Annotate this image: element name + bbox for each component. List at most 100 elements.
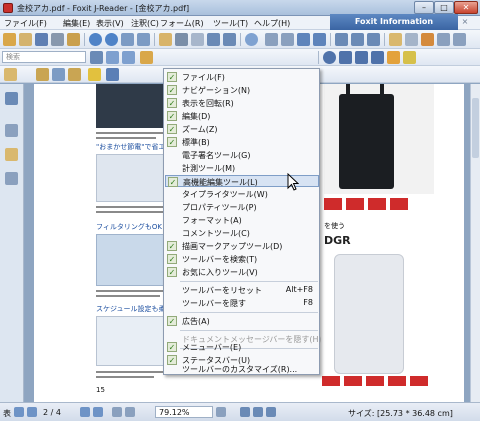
single-page-icon[interactable]: [335, 33, 348, 46]
rectangle-tool-icon[interactable]: [339, 51, 352, 64]
menu-edit[interactable]: 編集(E): [63, 18, 90, 29]
open-icon[interactable]: [19, 33, 32, 46]
menu-item-zoom[interactable]: ✓ ズーム(Z): [165, 123, 319, 135]
open-folder-icon[interactable]: [3, 33, 16, 46]
menu-view[interactable]: 表示(V): [96, 18, 124, 29]
caption-line: [96, 206, 168, 208]
bookmarks-icon[interactable]: [5, 92, 18, 105]
menu-item-search-toolbar[interactable]: ✓ ツールバーを検索(T): [165, 253, 319, 265]
red-tag: [368, 198, 386, 210]
menu-item-edit[interactable]: ✓ 編集(D): [165, 110, 319, 122]
redo-icon[interactable]: [223, 33, 236, 46]
next-page-icon[interactable]: [105, 33, 118, 46]
menu-item-comment-tools[interactable]: コメントツール(C): [165, 227, 319, 239]
menu-item-hide-toolbars[interactable]: ツールバーを隠す F8: [165, 297, 319, 309]
menu-item-drawing-markup-tools[interactable]: ✓ 描画マークアップツール(D): [165, 240, 319, 252]
previous-page-icon[interactable]: [89, 33, 102, 46]
single-page-view-icon[interactable]: [240, 407, 250, 417]
snapshot-icon[interactable]: [191, 33, 204, 46]
zoom-out-icon[interactable]: [297, 33, 310, 46]
menu-tool[interactable]: ツール(T): [213, 18, 248, 29]
caption-line: [96, 137, 156, 139]
line-tool-icon[interactable]: [371, 51, 384, 64]
antenna: [346, 84, 350, 104]
foxit-information-panel[interactable]: Foxit Information: [330, 14, 458, 30]
menu-comment[interactable]: 注釈(C): [131, 18, 159, 29]
find-previous-icon[interactable]: [106, 51, 119, 64]
maximize-button[interactable]: □: [434, 1, 454, 14]
text-icon[interactable]: [405, 33, 418, 46]
menu-item-standard[interactable]: ✓ 標準(B): [165, 136, 319, 148]
cursor-icon[interactable]: [453, 33, 466, 46]
print-icon[interactable]: [51, 33, 64, 46]
pages-icon[interactable]: [5, 124, 18, 137]
check-icon: ✓: [167, 72, 177, 82]
textbox-icon[interactable]: [52, 68, 65, 81]
menu-item-property-tools[interactable]: プロパティツール(P): [165, 201, 319, 213]
last-page-icon[interactable]: [93, 407, 103, 417]
info-panel-close-icon[interactable]: ×: [460, 17, 470, 27]
minimize-button[interactable]: –: [414, 1, 434, 14]
comment-icon[interactable]: [88, 68, 101, 81]
pencil-tool-icon[interactable]: [387, 51, 400, 64]
rotate-icon[interactable]: [137, 33, 150, 46]
pen-icon[interactable]: [36, 68, 49, 81]
zoom-dropdown-icon[interactable]: [216, 407, 226, 417]
zoom-in-icon[interactable]: [313, 33, 326, 46]
next-page-button[interactable]: [80, 407, 90, 417]
menu-item-customize-toolbars[interactable]: ツールバーのカスタマイズ(R)...: [165, 363, 319, 375]
hand-tool-icon[interactable]: [159, 33, 172, 46]
facing-page-icon[interactable]: [367, 33, 380, 46]
window-title: 金校アカ.pdf - Foxit J-Reader - [金校アカ.pdf]: [17, 4, 190, 13]
search-input[interactable]: 検索: [2, 51, 86, 63]
menu-item-file[interactable]: ✓ ファイル(F): [165, 71, 319, 83]
menu-form[interactable]: フォーム(R): [160, 18, 204, 29]
select-text-icon[interactable]: [175, 33, 188, 46]
navigation-icon[interactable]: [121, 33, 134, 46]
email-icon[interactable]: [67, 33, 80, 46]
menu-item-ads[interactable]: ✓ 広告(A): [165, 315, 319, 327]
menu-separator: [180, 281, 318, 282]
facing-view-icon[interactable]: [266, 407, 276, 417]
fit-width-icon[interactable]: [281, 33, 294, 46]
menu-item-favorite-tools[interactable]: ✓ お気に入りツール(V): [165, 266, 319, 278]
menu-item-reset-toolbars[interactable]: ツールバーをリセット Alt+F8: [165, 284, 319, 296]
continuous-view-icon[interactable]: [253, 407, 263, 417]
menu-item-rotate-view[interactable]: ✓ 表示を回転(R): [165, 97, 319, 109]
undo-icon[interactable]: [207, 33, 220, 46]
stamp-icon[interactable]: [68, 68, 81, 81]
save-icon[interactable]: [35, 33, 48, 46]
arrow-tool-icon[interactable]: [106, 68, 119, 81]
back-icon[interactable]: [112, 407, 122, 417]
polygon-tool-icon[interactable]: [355, 51, 368, 64]
vertical-scrollbar[interactable]: [470, 84, 480, 402]
note-tool-icon[interactable]: [4, 68, 17, 81]
forward-icon[interactable]: [125, 407, 135, 417]
page-indicator[interactable]: 2 / 4: [43, 408, 61, 417]
search-icon[interactable]: [90, 51, 103, 64]
menu-item-navigation[interactable]: ✓ ナビゲーション(N): [165, 84, 319, 96]
menu-file[interactable]: ファイル(F): [4, 18, 47, 29]
find-next-icon[interactable]: [122, 51, 135, 64]
typewriter-icon[interactable]: [437, 33, 450, 46]
menu-item-signature-tools[interactable]: 電子署名ツール(G): [165, 149, 319, 161]
menu-item-menubar[interactable]: ✓ メニューバー(E): [165, 341, 319, 353]
first-page-icon[interactable]: [14, 407, 24, 417]
pencil-icon[interactable]: [421, 33, 434, 46]
close-button[interactable]: ✕: [454, 1, 478, 14]
menu-item-format[interactable]: フォーマット(A): [165, 214, 319, 226]
zoom-icon[interactable]: [245, 33, 258, 46]
previous-page-button[interactable]: [27, 407, 37, 417]
zoom-field[interactable]: 79.12%: [155, 406, 213, 418]
continuous-page-icon[interactable]: [351, 33, 364, 46]
highlight-tool-icon[interactable]: [403, 51, 416, 64]
menu-help[interactable]: ヘルプ(H): [254, 18, 290, 29]
scrollbar-thumb[interactable]: [472, 98, 479, 158]
foxit-app-icon[interactable]: [3, 3, 13, 13]
layers-icon[interactable]: [5, 172, 18, 185]
attachments-icon[interactable]: [5, 148, 18, 161]
circle-tool-icon[interactable]: [323, 51, 336, 64]
attachment-icon[interactable]: [140, 51, 153, 64]
fit-page-icon[interactable]: [265, 33, 278, 46]
hand-icon[interactable]: [389, 33, 402, 46]
